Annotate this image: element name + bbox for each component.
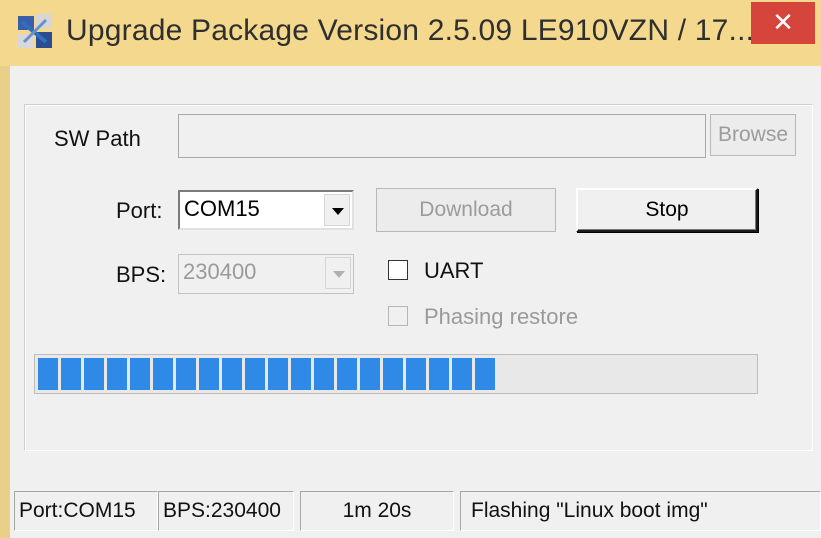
status-bar: Port:COM15 BPS:230400 1m 20s Flashing "L…: [10, 491, 821, 538]
progress-segment: [38, 358, 58, 390]
progress-segment: [291, 358, 311, 390]
progress-segment: [429, 358, 449, 390]
progress-segment: [245, 358, 265, 390]
progress-segment: [107, 358, 127, 390]
progress-segment: [130, 358, 150, 390]
progress-segment: [314, 358, 334, 390]
progress-segment: [360, 358, 380, 390]
sw-path-input[interactable]: [178, 114, 706, 158]
bps-value: 230400: [183, 259, 257, 284]
progress-segment: [84, 358, 104, 390]
bps-combobox[interactable]: 230400: [178, 254, 354, 294]
progress-fill: [38, 358, 756, 390]
sw-path-label: SW Path: [54, 126, 141, 151]
client-area: SW Path Browse Port: COM15 Download Stop…: [10, 66, 821, 538]
chevron-down-icon: [333, 271, 345, 278]
progress-segment: [337, 358, 357, 390]
progress-segment: [452, 358, 472, 390]
window-title: Upgrade Package Version 2.5.09 LE910VZN …: [66, 14, 763, 47]
progress-segment: [406, 358, 426, 390]
progress-segment: [383, 358, 403, 390]
progress-segment: [153, 358, 173, 390]
close-icon: ✕: [772, 7, 794, 37]
port-combobox[interactable]: COM15: [178, 190, 354, 230]
bps-dropdown-button[interactable]: [325, 257, 351, 289]
progress-segment: [61, 358, 81, 390]
uart-label: UART: [424, 258, 484, 283]
app-icon: [18, 14, 52, 48]
status-bps: BPS:230400: [158, 491, 294, 531]
browse-button[interactable]: Browse: [710, 114, 796, 156]
stop-button[interactable]: Stop: [576, 188, 758, 232]
phasing-restore-label: Phasing restore: [424, 304, 579, 329]
status-port: Port:COM15: [14, 491, 158, 531]
status-elapsed: 1m 20s: [300, 491, 454, 531]
chevron-down-icon: [332, 208, 344, 215]
uart-checkbox[interactable]: [388, 260, 408, 280]
port-value: COM15: [184, 196, 260, 221]
progress-segment: [176, 358, 196, 390]
port-label: Port:: [116, 198, 163, 223]
title-bar[interactable]: Upgrade Package Version 2.5.09 LE910VZN …: [0, 0, 821, 66]
port-dropdown-button[interactable]: [324, 194, 350, 226]
progress-segment: [199, 358, 219, 390]
download-button[interactable]: Download: [376, 188, 556, 232]
status-message: Flashing "Linux boot img": [460, 491, 821, 531]
download-progress-bar: [34, 354, 758, 394]
progress-segment: [222, 358, 242, 390]
upgrade-window: Upgrade Package Version 2.5.09 LE910VZN …: [0, 0, 821, 538]
close-button[interactable]: ✕: [751, 2, 815, 44]
progress-segment: [268, 358, 288, 390]
phasing-restore-checkbox[interactable]: [388, 306, 408, 326]
bps-label: BPS:: [116, 262, 167, 287]
progress-segment: [475, 358, 495, 390]
